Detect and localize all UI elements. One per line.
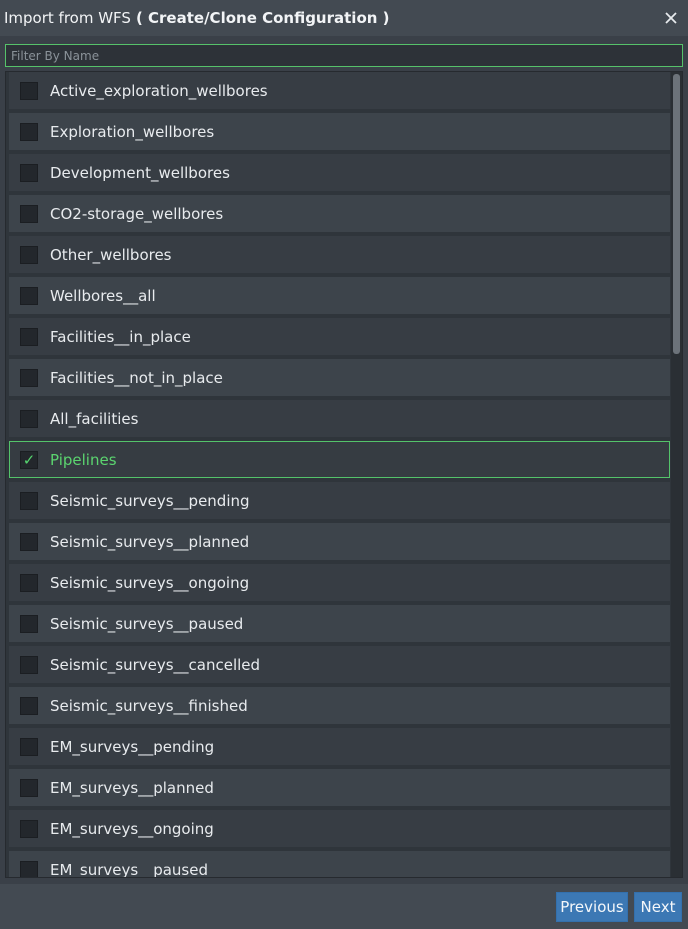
list-item[interactable]: Exploration_wellbores	[9, 113, 670, 150]
layer-label: Pipelines	[50, 450, 117, 469]
next-button[interactable]: Next	[634, 892, 682, 922]
layer-checkbox[interactable]	[20, 614, 38, 633]
layer-checkbox[interactable]	[20, 122, 38, 141]
layer-list-panel: Active_exploration_wellbores Exploration_…	[5, 71, 683, 878]
layer-label: Other_wellbores	[50, 245, 172, 264]
layer-label: EM_surveys__paused	[50, 860, 208, 878]
layer-label: EM_surveys__planned	[50, 778, 214, 797]
layer-label: Wellbores__all	[50, 286, 156, 305]
list-item[interactable]: CO2-storage_wellbores	[9, 195, 670, 232]
layer-checkbox[interactable]	[20, 409, 38, 428]
list-item[interactable]: Other_wellbores	[9, 236, 670, 273]
list-item[interactable]: Seismic_surveys__ongoing	[9, 564, 670, 601]
close-button[interactable]	[662, 9, 680, 27]
layer-label: All_facilities	[50, 409, 139, 428]
layer-label: EM_surveys__pending	[50, 737, 215, 756]
dialog-subtitle: ( Create/Clone Configuration )	[135, 9, 390, 27]
list-item[interactable]: Seismic_surveys__planned	[9, 523, 670, 560]
list-item[interactable]: Seismic_surveys__paused	[9, 605, 670, 642]
dialog-title: Import from WFS	[4, 9, 131, 27]
layer-label: Facilities__in_place	[50, 327, 191, 346]
layer-checkbox[interactable]	[20, 81, 38, 100]
list-item[interactable]: All_facilities	[9, 400, 670, 437]
layer-checkbox[interactable]	[20, 286, 38, 305]
layer-label: Active_exploration_wellbores	[50, 81, 268, 100]
list-item[interactable]: EM_surveys__paused	[9, 851, 670, 878]
layer-list: Active_exploration_wellbores Exploration_…	[6, 72, 671, 878]
layer-checkbox[interactable]	[20, 737, 38, 756]
layer-checkbox[interactable]	[20, 696, 38, 715]
list-item[interactable]: Facilities__in_place	[9, 318, 670, 355]
layer-label: Exploration_wellbores	[50, 122, 215, 141]
layer-checkbox[interactable]	[20, 532, 38, 551]
layer-label: Seismic_surveys__finished	[50, 696, 248, 715]
previous-button[interactable]: Previous	[556, 892, 628, 922]
layer-checkbox[interactable]	[20, 860, 38, 877]
filter-by-name-input[interactable]	[5, 44, 683, 67]
list-item[interactable]: Seismic_surveys__cancelled	[9, 646, 670, 683]
list-item[interactable]: Seismic_surveys__pending	[9, 482, 670, 519]
scrollbar-thumb[interactable]	[673, 74, 680, 354]
list-item[interactable]: EM_surveys__ongoing	[9, 810, 670, 847]
list-item[interactable]: ✓ Pipelines	[9, 441, 670, 478]
layer-label: Seismic_surveys__cancelled	[50, 655, 261, 674]
list-item[interactable]: EM_surveys__pending	[9, 728, 670, 765]
layer-label: EM_surveys__ongoing	[50, 819, 214, 838]
layer-checkbox[interactable]	[20, 778, 38, 797]
layer-label: Development_wellbores	[50, 163, 230, 182]
layer-label: Seismic_surveys__paused	[50, 614, 244, 633]
layer-checkbox[interactable]	[20, 655, 38, 674]
list-scrollbar[interactable]	[671, 72, 682, 877]
list-item[interactable]: Facilities__not_in_place	[9, 359, 670, 396]
layer-checkbox[interactable]	[20, 327, 38, 346]
list-item[interactable]: Active_exploration_wellbores	[9, 72, 670, 109]
layer-label: Facilities__not_in_place	[50, 368, 223, 387]
list-item[interactable]: Seismic_surveys__finished	[9, 687, 670, 724]
list-item[interactable]: Development_wellbores	[9, 154, 670, 191]
layer-checkbox[interactable]	[20, 204, 38, 223]
dialog-footer: Previous Next	[0, 884, 688, 929]
layer-checkbox[interactable]	[20, 368, 38, 387]
layer-label: Seismic_surveys__ongoing	[50, 573, 250, 592]
layer-checkbox[interactable]	[20, 819, 38, 838]
layer-checkbox[interactable]: ✓	[20, 450, 38, 469]
list-item[interactable]: Wellbores__all	[9, 277, 670, 314]
checkmark-icon: ✓	[22, 450, 36, 469]
list-item[interactable]: EM_surveys__planned	[9, 769, 670, 806]
layer-label: Seismic_surveys__pending	[50, 491, 250, 510]
layer-checkbox[interactable]	[20, 491, 38, 510]
layer-checkbox[interactable]	[20, 573, 38, 592]
layer-label: CO2-storage_wellbores	[50, 204, 224, 223]
close-icon	[662, 9, 680, 27]
layer-checkbox[interactable]	[20, 163, 38, 182]
dialog-titlebar: Import from WFS ( Create/Clone Configura…	[0, 0, 688, 36]
layer-label: Seismic_surveys__planned	[50, 532, 250, 551]
layer-checkbox[interactable]	[20, 245, 38, 264]
filter-container	[5, 44, 683, 67]
